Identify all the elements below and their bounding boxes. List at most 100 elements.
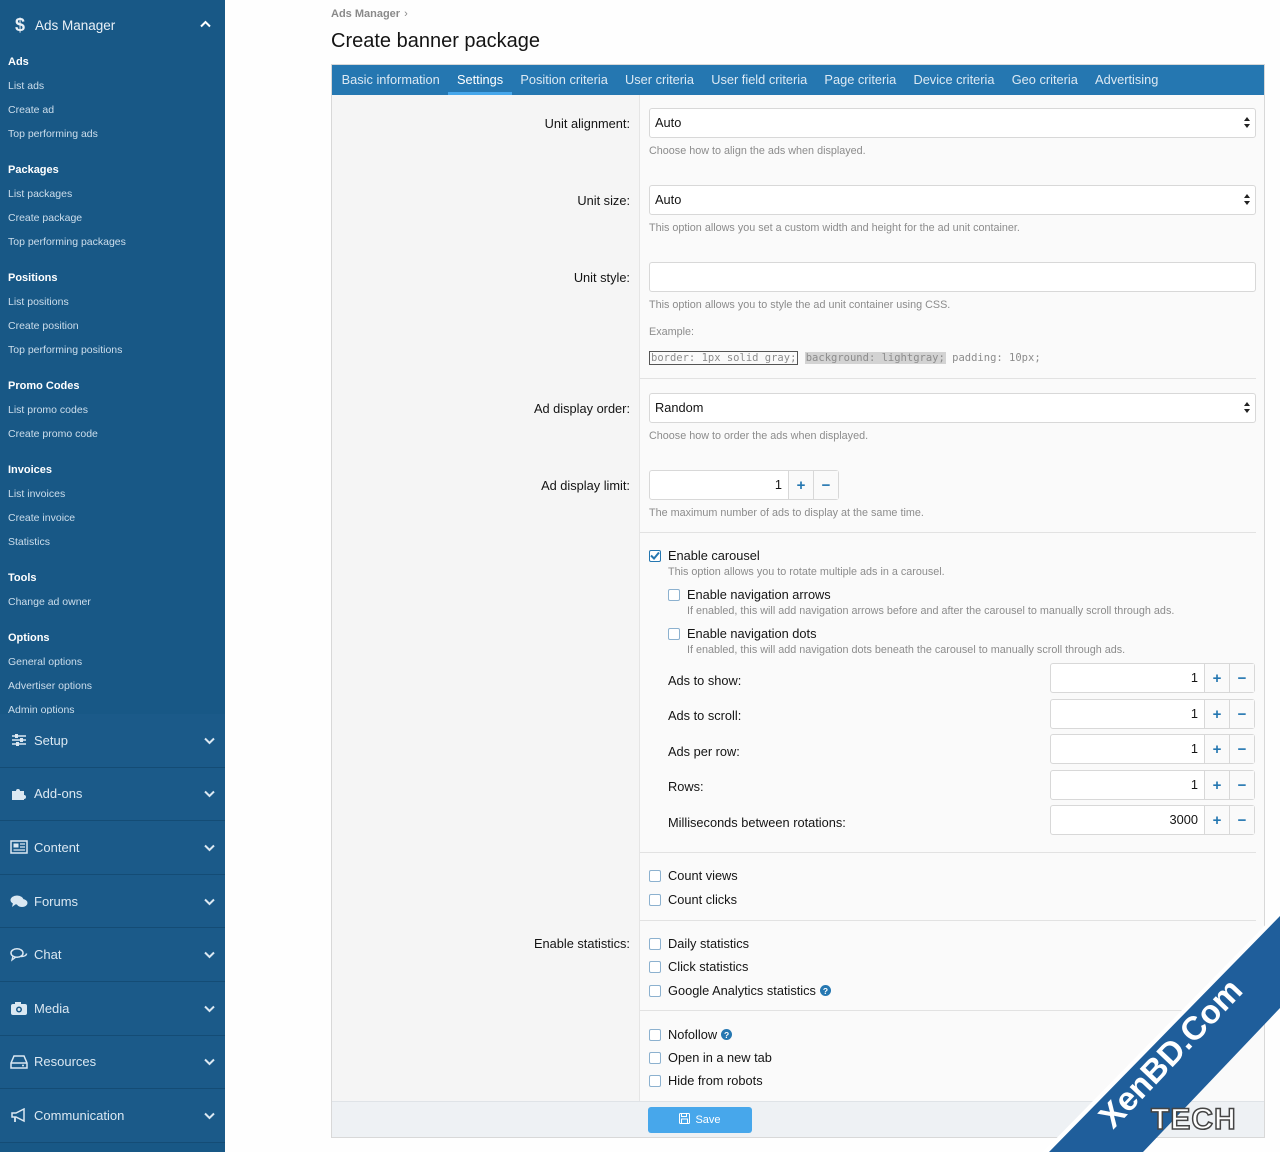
unit-alignment-select[interactable]: Auto [649,108,1256,138]
breadcrumb[interactable]: Ads Manager › [331,8,408,20]
sidebar-item-create-promo-code[interactable]: Create promo code [8,422,217,446]
daily-statistics-checkbox[interactable]: Daily statistics [649,936,749,951]
unit-style-input[interactable] [649,262,1256,292]
sidebar-item-create-package[interactable]: Create package [8,206,217,230]
ga-statistics-checkbox[interactable]: Google Analytics statistics ? [649,983,831,998]
increment-button[interactable]: + [1204,771,1229,799]
sidebar-section-invoices: Invoices List invoices Create invoice Stati… [0,458,225,566]
ms-between-stepper[interactable]: 3000 + − [1050,805,1255,835]
tab-basic-information[interactable]: Basic information [333,65,448,95]
sidebar-item-change-ad-owner[interactable]: Change ad owner [8,590,217,614]
ads-to-show-label: Ads to show: [668,673,742,688]
decrement-button[interactable]: − [1229,700,1254,728]
tab-advertising[interactable]: Advertising [1086,65,1167,95]
sidebar-item-list-ads[interactable]: List ads [8,74,217,98]
tab-geo-criteria[interactable]: Geo criteria [1003,65,1086,95]
chat-icon [10,947,28,963]
tab-user-criteria[interactable]: User criteria [616,65,702,95]
increment-button[interactable]: + [1204,664,1229,692]
divider [640,532,1256,533]
sidebar-group-content[interactable]: Content [0,821,225,875]
new-tab-checkbox[interactable]: Open in a new tab [649,1050,772,1065]
breadcrumb-item[interactable]: Ads Manager [331,8,400,20]
sidebar-header-ads-manager[interactable]: $ Ads Manager [0,0,225,50]
nofollow-checkbox[interactable]: Nofollow ? [649,1027,733,1042]
checkbox-icon [649,893,661,906]
sidebar-item-create-position[interactable]: Create position [8,314,217,338]
sidebar-item-create-ad[interactable]: Create ad [8,98,217,122]
sidebar-group-resources[interactable]: Resources [0,1035,225,1090]
sidebar-item-create-invoice[interactable]: Create invoice [8,506,217,530]
decrement-button[interactable]: − [1229,771,1254,799]
ms-between-label: Milliseconds between rotations: [668,815,846,830]
tab-position-criteria[interactable]: Position criteria [512,65,617,95]
save-button[interactable]: Save [648,1107,752,1133]
sidebar-item-top-performing-positions[interactable]: Top performing positions [8,338,217,362]
chevron-up-icon [200,19,211,31]
decrement-button[interactable]: − [813,471,838,499]
sidebar-group-label: Forums [34,893,79,909]
increment-button[interactable]: + [1204,700,1229,728]
display-limit-value[interactable]: 1 [650,471,788,499]
increment-button[interactable]: + [1204,806,1229,834]
display-order-select[interactable]: Random [649,393,1256,423]
ads-to-show-stepper[interactable]: 1 + − [1050,663,1255,693]
nav-arrows-checkbox[interactable]: Enable navigation arrows [668,587,831,602]
sidebar-group-setup[interactable]: Setup [0,714,225,768]
sidebar-item-statistics[interactable]: Statistics [8,530,217,554]
nav-arrows-label: Enable navigation arrows [687,587,831,602]
unit-size-select[interactable]: Auto [649,185,1256,215]
ads-per-row-stepper[interactable]: 1 + − [1050,734,1255,764]
count-views-checkbox[interactable]: Count views [649,868,738,883]
sidebar-group-label: Communication [34,1107,125,1123]
tab-settings[interactable]: Settings [448,65,512,95]
nav-dots-checkbox[interactable]: Enable navigation dots [668,626,817,641]
unit-alignment-label: Unit alignment: [544,116,630,131]
sidebar-item-top-performing-packages[interactable]: Top performing packages [8,230,217,254]
sidebar-item-list-promo-codes[interactable]: List promo codes [8,398,217,422]
sidebar-item-list-positions[interactable]: List positions [8,290,217,314]
unit-alignment-value: Auto [655,115,682,130]
ads-to-scroll-stepper[interactable]: 1 + − [1050,699,1255,729]
sidebar-group-media[interactable]: Media [0,981,225,1036]
help-icon[interactable]: ? [819,985,831,996]
ads-to-scroll-value[interactable]: 1 [1051,700,1204,728]
ms-between-value[interactable]: 3000 [1051,806,1204,834]
sidebar-group-add-ons[interactable]: Add-ons [0,767,225,822]
enable-carousel-hint: This option allows you to rotate multipl… [668,566,945,578]
rows-stepper[interactable]: 1 + − [1050,770,1255,800]
ads-to-show-value[interactable]: 1 [1051,664,1204,692]
sidebar-item-top-performing-ads[interactable]: Top performing ads [8,122,217,146]
increment-button[interactable]: + [1204,735,1229,763]
ads-to-scroll-label: Ads to scroll: [668,708,742,723]
sidebar-group-chat[interactable]: Chat [0,928,225,982]
hide-robots-checkbox[interactable]: Hide from robots [649,1073,763,1088]
ads-per-row-value[interactable]: 1 [1051,735,1204,763]
chevron-down-icon [204,733,215,748]
decrement-button[interactable]: − [1229,664,1254,692]
decrement-button[interactable]: − [1229,735,1254,763]
sidebar-item-list-invoices[interactable]: List invoices [8,482,217,506]
sidebar-item-advertiser-options[interactable]: Advertiser options [8,674,217,698]
checkbox-icon [649,984,661,997]
tab-user-field-criteria[interactable]: User field criteria [703,65,816,95]
increment-button[interactable]: + [788,471,813,499]
help-icon[interactable]: ? [721,1029,733,1040]
checkbox-icon [649,960,661,973]
sidebar-item-list-packages[interactable]: List packages [8,182,217,206]
sidebar-item-general-options[interactable]: General options [8,650,217,674]
count-clicks-checkbox[interactable]: Count clicks [649,892,737,907]
ads-per-row-label: Ads per row: [668,744,740,759]
click-statistics-checkbox[interactable]: Click statistics [649,959,748,974]
display-limit-stepper[interactable]: 1 + − [649,470,839,500]
rows-value[interactable]: 1 [1051,771,1204,799]
minus-icon: − [1237,705,1247,723]
tab-device-criteria[interactable]: Device criteria [905,65,1003,95]
sidebar-group-forums[interactable]: Forums [0,874,225,929]
sidebar-group-communication[interactable]: Communication [0,1089,225,1143]
decrement-button[interactable]: − [1229,806,1254,834]
sidebar-group-label: Content [34,839,80,855]
tab-page-criteria[interactable]: Page criteria [816,65,905,95]
enable-carousel-checkbox[interactable]: Enable carousel [649,548,760,563]
tab-bar: Basic information Settings Position criter… [332,65,1264,95]
